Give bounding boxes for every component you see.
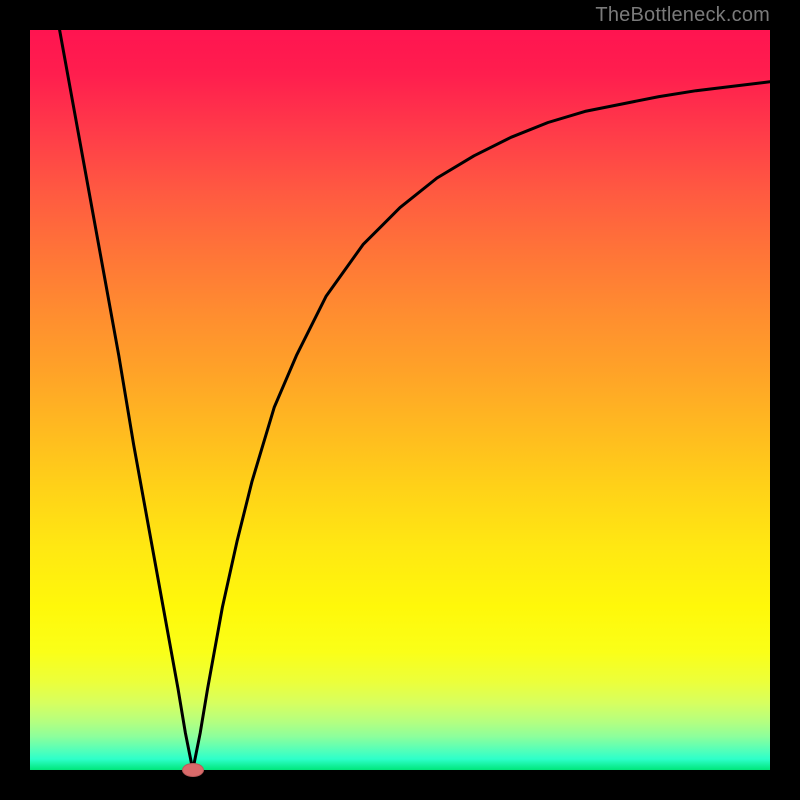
chart-frame: TheBottleneck.com [0,0,800,800]
minimum-marker [182,763,204,777]
plot-area [30,30,770,770]
bottleneck-curve [60,30,770,770]
curve-svg [30,30,770,770]
watermark-text: TheBottleneck.com [595,4,770,27]
